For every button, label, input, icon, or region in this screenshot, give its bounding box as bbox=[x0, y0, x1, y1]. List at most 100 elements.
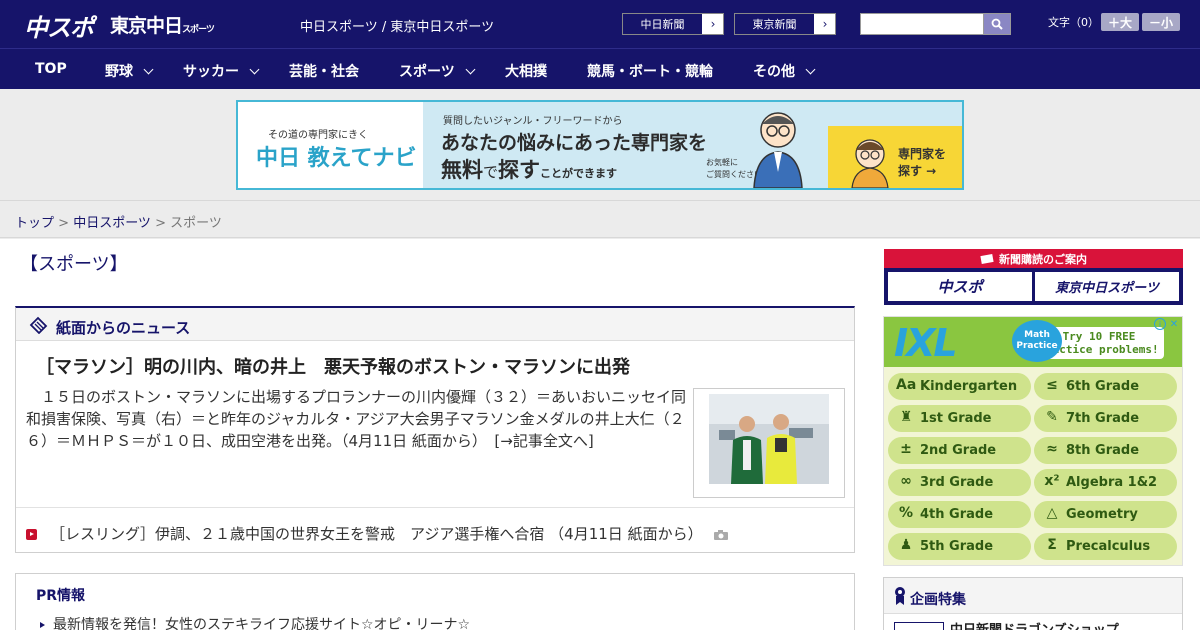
ad-info-icon[interactable]: i bbox=[1154, 318, 1166, 330]
pr-info-section: PR情報 最新情報を発信！女性のステキライフ応援サイト☆オピ・リーナ☆ bbox=[15, 573, 855, 630]
grade-icon: ≈ bbox=[1046, 441, 1058, 457]
nav-item-soccer[interactable]: サッカー bbox=[183, 61, 260, 81]
sub-article-link[interactable]: ［レスリング］伊調、２１歳中国の世界女王を警戒 アジア選手権へ合宿 （4月11日… bbox=[50, 523, 729, 544]
ixl-grade-button[interactable]: Aa Kindergarten bbox=[888, 373, 1031, 400]
nav-label: 芸能・社会 bbox=[289, 64, 359, 80]
article-headline[interactable]: ［マラソン］明の川内、暗の井上 悪天予報のボストン・マラソンに出発 bbox=[36, 353, 630, 379]
banner-tagline: その道の専門家にきく bbox=[268, 130, 368, 141]
special-feature-section: 企画特集 中日新聞ドラゴンズショップ bbox=[883, 577, 1183, 630]
banner-line3: 無料で探すことができます bbox=[441, 154, 617, 184]
chuspo-logo[interactable]: 中スポ bbox=[24, 8, 94, 43]
nav-item-baseball[interactable]: 野球 bbox=[105, 61, 154, 81]
font-smaller-button[interactable]: －小 bbox=[1142, 13, 1180, 31]
grade-icon: ± bbox=[900, 441, 912, 457]
sub-article-text: ［レスリング］伊調、２１歳中国の世界女王を警戒 アジア選手権へ合宿 （4月11日… bbox=[50, 525, 703, 543]
breadcrumb-home[interactable]: トップ bbox=[15, 216, 54, 231]
special-feature-title: 企画特集 bbox=[910, 592, 966, 608]
ixl-grade-button[interactable]: ∞ 3rd Grade bbox=[888, 469, 1031, 496]
grade-icon: Σ bbox=[1047, 537, 1057, 553]
banner-line1: 質問したいジャンル・フリーワードから bbox=[443, 116, 623, 127]
breadcrumb-bar: トップ > 中日スポーツ > スポーツ bbox=[0, 200, 1200, 238]
ixl-grade-button[interactable]: % 4th Grade bbox=[888, 501, 1031, 528]
nav-item-entertainment[interactable]: 芸能・社会 bbox=[289, 61, 359, 81]
site-header: 中スポ 東京中日スポーツ 中日スポーツ / 東京中日スポーツ 中日新聞 › 東京… bbox=[0, 0, 1200, 48]
chunichi-shimbun-button[interactable]: 中日新聞 › bbox=[622, 13, 724, 35]
ixl-grade-button[interactable]: x² Algebra 1&2 bbox=[1034, 469, 1177, 496]
breadcrumb: トップ > 中日スポーツ > スポーツ bbox=[15, 212, 222, 231]
grade-label: 6th Grade bbox=[1066, 379, 1140, 394]
banner-cta-line1: 専門家を bbox=[898, 147, 947, 161]
subscription-header-text: 新聞購読のご案内 bbox=[999, 252, 1087, 266]
chevron-down-icon bbox=[143, 64, 154, 75]
tokyo-shimbun-label: 東京新聞 bbox=[735, 14, 815, 34]
pr-title: PR情報 bbox=[36, 588, 86, 604]
article-summary[interactable]: １５日のボストン・マラソンに出場するプロランナーの川内優輝（３２）＝あいおいニッ… bbox=[26, 386, 688, 452]
grade-icon: ∞ bbox=[900, 473, 912, 489]
font-larger-button[interactable]: ＋大 bbox=[1101, 13, 1139, 31]
feature-item-link[interactable]: 中日新聞ドラゴンズショップ bbox=[950, 619, 1119, 630]
search-input[interactable] bbox=[860, 13, 984, 35]
feature-thumbnail[interactable] bbox=[894, 622, 944, 630]
nav-item-sports[interactable]: スポーツ bbox=[399, 61, 476, 81]
ixl-grade-button[interactable]: Σ Precalculus bbox=[1034, 533, 1177, 560]
grade-label: 2nd Grade bbox=[920, 443, 997, 458]
nav-item-other[interactable]: その他 bbox=[753, 61, 816, 81]
nav-item-top[interactable]: TOP bbox=[35, 61, 67, 77]
grade-icon: Aa bbox=[896, 377, 917, 393]
global-nav: TOP 野球 サッカー 芸能・社会 スポーツ 大相撲 競馬・ボート・競輪 その他 bbox=[0, 48, 1200, 89]
nav-label: その他 bbox=[753, 64, 795, 80]
ixl-ad[interactable]: IXL Try 10 FREE practice problems! Math … bbox=[883, 316, 1183, 566]
news-section-title: 紙面からのニュース bbox=[56, 319, 191, 337]
chevron-down-icon bbox=[465, 64, 476, 75]
grade-label: Geometry bbox=[1066, 507, 1138, 522]
search-button[interactable] bbox=[983, 13, 1011, 35]
pr-item[interactable]: 最新情報を発信！女性のステキライフ応援サイト☆オピ・リーナ☆ bbox=[40, 614, 470, 630]
ixl-grade-button[interactable]: ≈8th Grade bbox=[1034, 437, 1177, 464]
ixl-grade-button[interactable]: ✎ 7th Grade bbox=[1034, 405, 1177, 432]
ad-close-icon[interactable]: ✕ bbox=[1168, 318, 1180, 330]
ticket-icon bbox=[980, 253, 994, 264]
ixl-grade-button[interactable]: ♜ 1st Grade bbox=[888, 405, 1031, 432]
news-section-header: 紙面からのニュース bbox=[16, 308, 854, 341]
breadcrumb-sep: > bbox=[54, 216, 74, 231]
bullet-triangle-icon bbox=[40, 622, 45, 628]
ixl-grade-button[interactable]: △ Geometry bbox=[1034, 501, 1177, 528]
person-illustration-icon bbox=[851, 139, 889, 188]
nav-label: TOP bbox=[35, 61, 67, 77]
ixl-grade-button[interactable]: ±2nd Grade bbox=[888, 437, 1031, 464]
camera-icon bbox=[714, 529, 729, 540]
tokyo-chunichi-logo[interactable]: 東京中日スポーツ bbox=[110, 11, 215, 38]
subscribe-tokyo-chunichi-button[interactable]: 東京中日スポーツ bbox=[1035, 272, 1179, 301]
subscription-header[interactable]: 新聞購読のご案内 bbox=[884, 249, 1183, 268]
ixl-logo: IXL bbox=[894, 321, 958, 365]
site-title[interactable]: 中日スポーツ / 東京中日スポーツ bbox=[300, 16, 494, 35]
oshiete-navi-banner[interactable]: その道の専門家にきく 中日 教えてナビ 質問したいジャンル・フリーワードから あ… bbox=[236, 100, 964, 190]
play-bullet-icon bbox=[26, 529, 37, 540]
nav-label: 競馬・ボート・競輪 bbox=[587, 64, 713, 80]
tokyo-shimbun-button[interactable]: 東京新聞 › bbox=[734, 13, 836, 35]
subscribe-chuspo-button[interactable]: 中スポ bbox=[888, 272, 1032, 301]
nav-label: サッカー bbox=[183, 64, 239, 80]
article-photo bbox=[709, 394, 829, 484]
article-photo-frame[interactable] bbox=[693, 388, 845, 498]
banner-cta-text: 専門家を 探す → bbox=[898, 146, 946, 180]
grade-label: Algebra 1&2 bbox=[1066, 475, 1158, 490]
grade-label: 4th Grade bbox=[920, 507, 994, 522]
ixl-grade-button[interactable]: ≤6th Grade bbox=[1034, 373, 1177, 400]
grade-icon: △ bbox=[1046, 505, 1058, 521]
chevron-down-icon bbox=[805, 64, 816, 75]
nav-label: 野球 bbox=[105, 64, 133, 80]
chevron-right-icon: › bbox=[710, 17, 716, 31]
breadcrumb-section[interactable]: 中日スポーツ bbox=[73, 216, 151, 231]
chunichi-shimbun-label: 中日新聞 bbox=[623, 14, 703, 34]
grade-icon: ♟ bbox=[899, 537, 913, 553]
page-title: 【スポーツ】 bbox=[20, 254, 128, 275]
ixl-grade-button[interactable]: ♟ 5th Grade bbox=[888, 533, 1031, 560]
grade-icon: ♜ bbox=[899, 409, 913, 425]
chevron-down-icon bbox=[249, 64, 260, 75]
paper-news-section: 紙面からのニュース ［マラソン］明の川内、暗の井上 悪天予報のボストン・マラソン… bbox=[15, 306, 855, 553]
grade-label: 8th Grade bbox=[1066, 443, 1140, 458]
ribbon-icon bbox=[895, 587, 905, 605]
nav-item-sumo[interactable]: 大相撲 bbox=[505, 61, 547, 81]
nav-item-racing[interactable]: 競馬・ボート・競輪 bbox=[587, 61, 713, 81]
